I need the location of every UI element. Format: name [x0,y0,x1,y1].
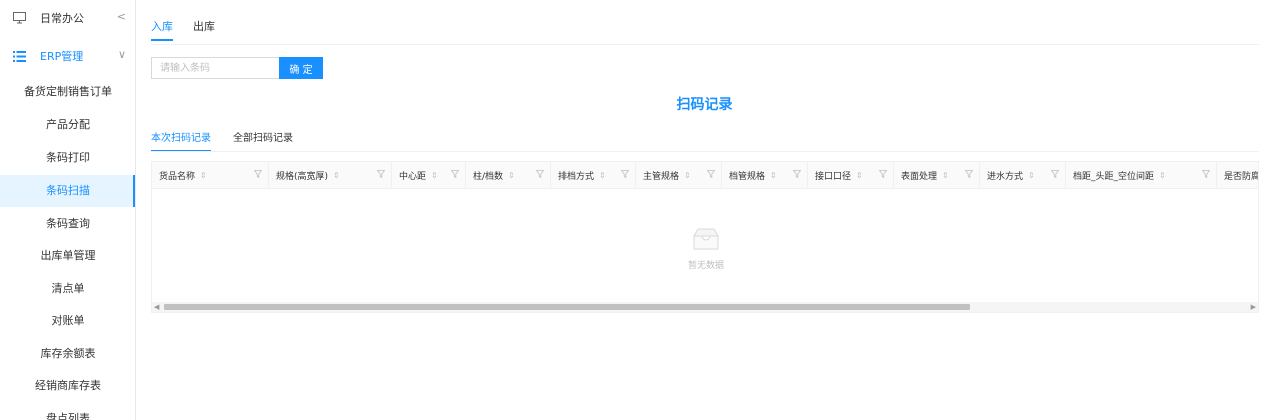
menu-group-erp-label: ERP管理 [40,50,84,63]
column-header[interactable]: 接口口径 ⇕ [808,162,894,188]
column-header[interactable]: 表面处理 ⇕ [894,162,980,188]
sort-icon[interactable]: ⇕ [684,171,691,180]
confirm-button[interactable]: 确 定 [279,57,323,79]
filter-icon[interactable] [1051,170,1059,178]
sub-tabs: 本次扫码记录 全部扫码记录 [151,129,293,152]
sidebar-item-barcode-scan[interactable]: 条码扫描 [0,175,135,207]
chevron-down-icon: ∨ [117,48,126,61]
column-header[interactable]: 排档方式 ⇕ [551,162,636,188]
menu-group-erp[interactable]: ERP管理 ∨ [0,38,135,74]
filter-icon[interactable] [1202,170,1210,178]
list-icon [12,49,26,63]
sort-icon[interactable]: ⇕ [1159,171,1166,180]
column-header[interactable]: 主管规格 ⇕ [636,162,722,188]
filter-icon[interactable] [793,170,801,178]
chevron-left-icon: < [116,10,126,23]
column-header[interactable]: 进水方式 ⇕ [980,162,1066,188]
empty-text: 暂无数据 [687,261,724,271]
filter-icon[interactable] [536,170,544,178]
column-header[interactable]: 档管规格 ⇕ [722,162,808,188]
column-header[interactable]: 中心距 ⇕ [392,162,466,188]
filter-icon[interactable] [377,170,385,178]
sort-icon[interactable]: ⇕ [599,171,606,180]
column-header[interactable]: 货品名称 ⇕ [152,162,269,188]
scan-records-table: 货品名称 ⇕ 规格(高宽厚) ⇕ 中心距 ⇕ 柱/档数 ⇕ 排档方式 ⇕ 主管规格 ⇕ 档管… [151,161,1259,313]
sidebar-item-inventory-balance[interactable]: 库存余额表 [0,338,135,370]
sidebar-item-outbound-management[interactable]: 出库单管理 [0,240,135,272]
barcode-input[interactable] [151,57,279,79]
records-title: 扫码记录 [676,97,733,113]
monitor-icon [12,11,26,25]
tab-all-scan-records[interactable]: 全部扫码记录 [233,129,293,152]
filter-icon[interactable] [451,170,459,178]
scrollbar-thumb[interactable] [164,304,970,310]
tab-outbound[interactable]: 出库 [193,18,215,41]
scroll-right-icon[interactable]: ▶ [1251,303,1256,311]
menu-group-office-label: 日常办公 [40,12,84,25]
tab-current-scan-records[interactable]: 本次扫码记录 [151,129,211,152]
sort-icon[interactable]: ⇕ [200,171,207,180]
sort-icon[interactable]: ⇕ [431,171,438,180]
sidebar-item-barcode-print[interactable]: 条码打印 [0,142,135,174]
divider [151,44,1259,45]
divider [151,151,1259,152]
tab-inbound[interactable]: 入库 [151,18,173,41]
sort-icon[interactable]: ⇕ [508,171,515,180]
sidebar-item-count-sheet[interactable]: 清点单 [0,273,135,305]
sidebar: 日常办公 < ERP管理 ∨ 备货定制销售订单 产品分配 条码打印 条码扫描 条… [0,0,136,420]
sort-icon[interactable]: ⇕ [856,171,863,180]
filter-icon[interactable] [965,170,973,178]
sidebar-item-barcode-query[interactable]: 条码查询 [0,208,135,240]
empty-inbox-icon [693,228,719,250]
menu-group-office[interactable]: 日常办公 < [0,0,135,36]
sort-icon[interactable]: ⇕ [333,171,340,180]
column-header[interactable]: 柱/档数 ⇕ [466,162,551,188]
sort-icon[interactable]: ⇕ [942,171,949,180]
column-header[interactable]: 档距_头距_空位间距 ⇕ [1066,162,1217,188]
sidebar-item-stock-order[interactable]: 备货定制销售订单 [0,76,135,108]
column-header[interactable]: 是否防腐 [1217,162,1258,188]
filter-icon[interactable] [879,170,887,178]
sidebar-item-statement[interactable]: 对账单 [0,305,135,337]
table-header: 货品名称 ⇕ 规格(高宽厚) ⇕ 中心距 ⇕ 柱/档数 ⇕ 排档方式 ⇕ 主管规格 ⇕ 档管… [152,162,1258,189]
empty-state: 暂无数据 [152,190,1258,300]
filter-icon[interactable] [254,170,262,178]
sort-icon[interactable]: ⇕ [770,171,777,180]
sort-icon[interactable]: ⇕ [1028,171,1035,180]
sidebar-item-product-allocation[interactable]: 产品分配 [0,109,135,141]
horizontal-scrollbar[interactable]: ◀ ▶ [152,302,1258,312]
filter-icon[interactable] [707,170,715,178]
filter-icon[interactable] [621,170,629,178]
sidebar-item-stocktake-list[interactable]: 盘点列表 [0,403,135,420]
column-header[interactable]: 规格(高宽厚) ⇕ [269,162,392,188]
top-tabs: 入库 出库 [151,18,215,41]
scroll-left-icon[interactable]: ◀ [154,303,159,311]
sidebar-item-dealer-inventory[interactable]: 经销商库存表 [0,370,135,402]
